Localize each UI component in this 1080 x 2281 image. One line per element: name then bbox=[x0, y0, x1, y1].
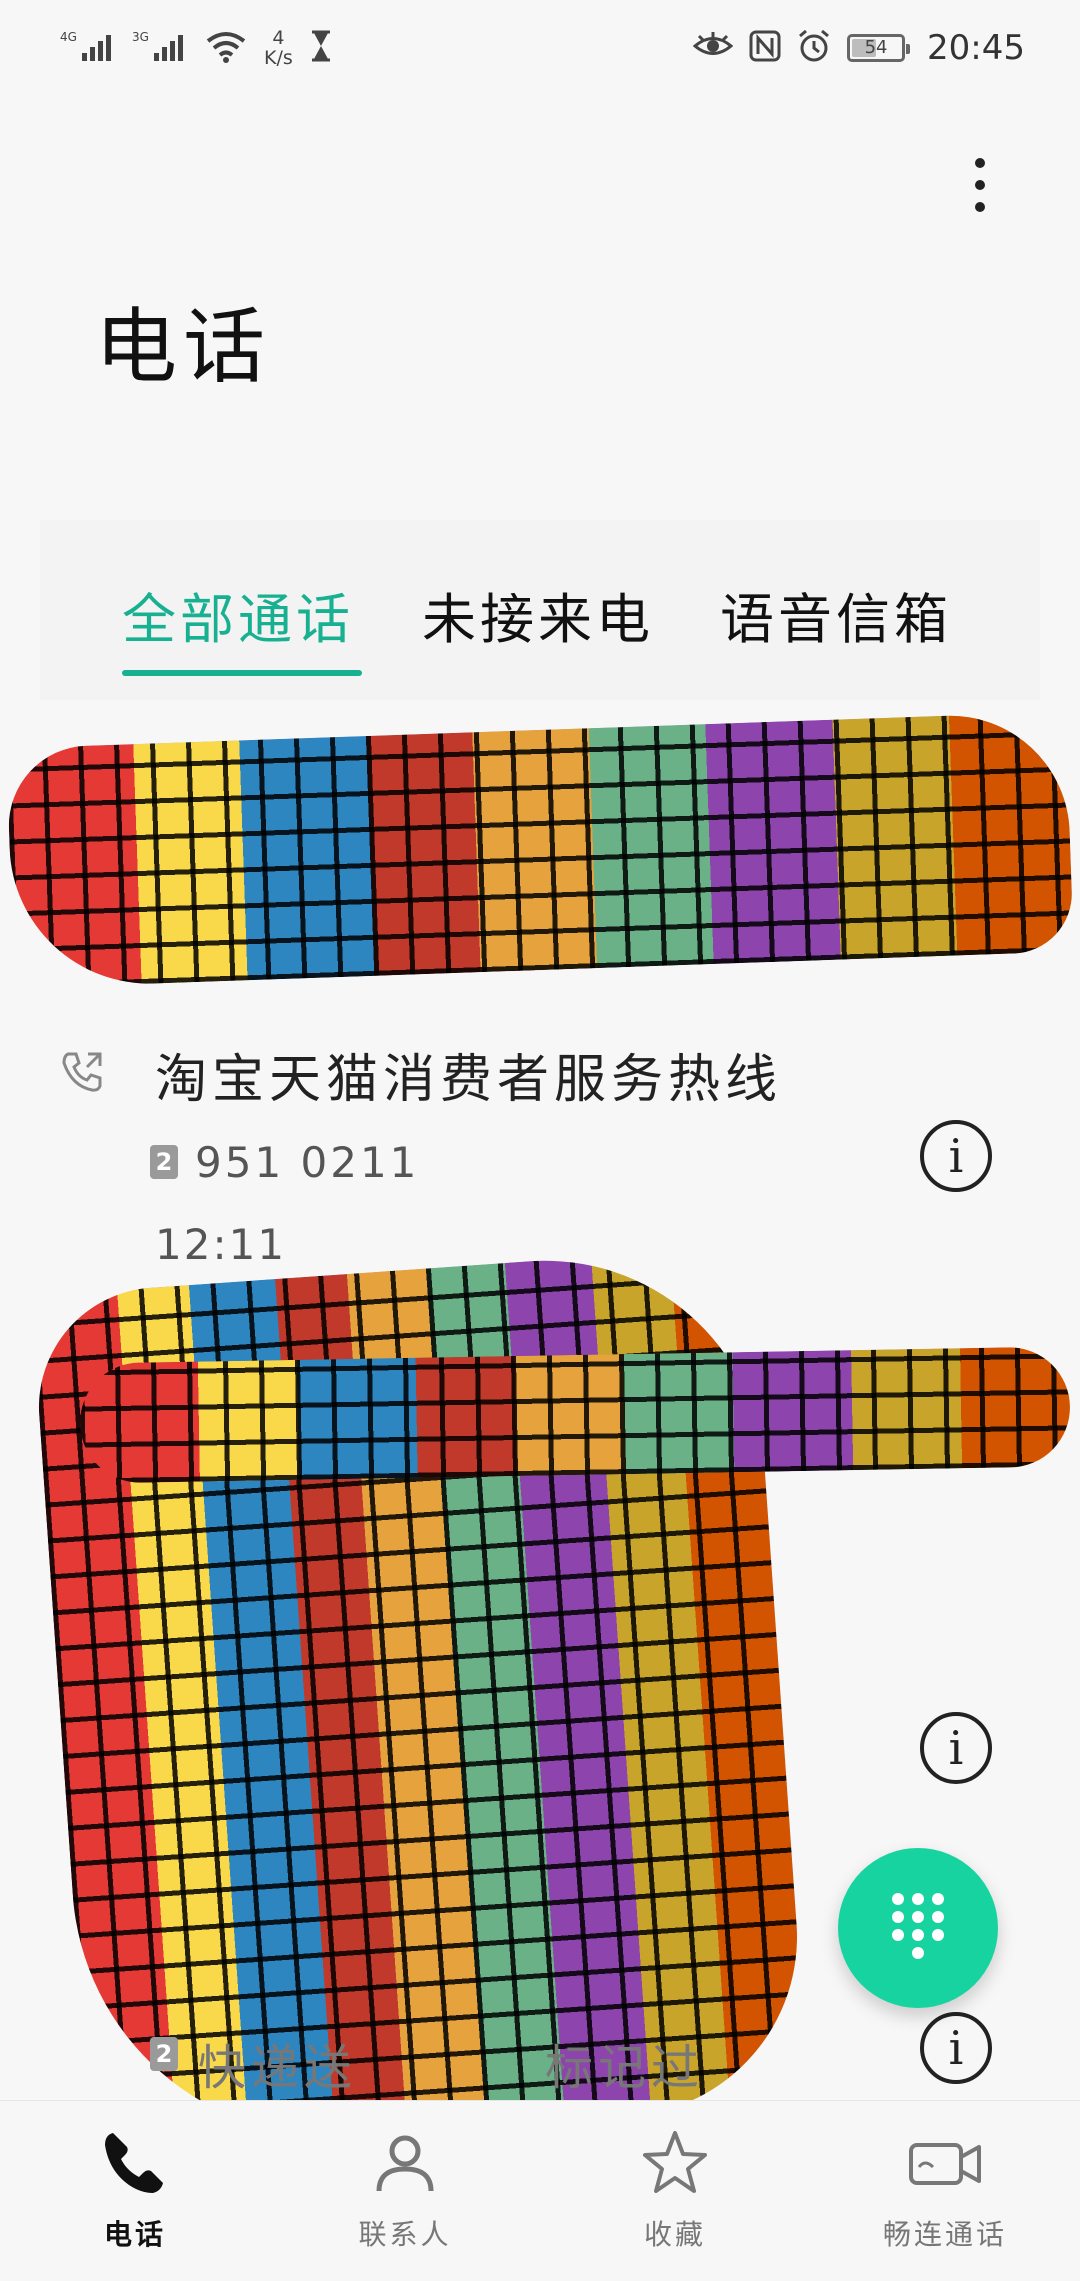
network-speed-unit: K/s bbox=[264, 46, 293, 69]
call-details-button[interactable]: i bbox=[920, 1712, 992, 1784]
nav-label-meetime: 畅连通话 bbox=[882, 2218, 1007, 2251]
nav-item-phone[interactable]: 电话 bbox=[0, 2101, 270, 2281]
bottom-navigation: 电话 联系人 收藏 畅连通话 bbox=[0, 2100, 1080, 2281]
signal-3g-icon: 3G bbox=[132, 29, 188, 67]
info-icon: i bbox=[948, 1721, 964, 1775]
call-details-button[interactable]: i bbox=[920, 2012, 992, 2084]
call-filter-tabs: 全部通话 未接来电 语音信箱 bbox=[40, 520, 1040, 700]
outgoing-call-icon bbox=[60, 1050, 104, 1094]
nav-label-phone: 电话 bbox=[103, 2218, 166, 2251]
call-time: 12:11 bbox=[155, 1220, 287, 1269]
star-icon bbox=[635, 2123, 715, 2203]
call-details-button[interactable]: i bbox=[920, 1120, 992, 1192]
network-speed-value: 4 bbox=[272, 26, 285, 49]
tab-all-calls[interactable]: 全部通话 bbox=[122, 575, 354, 654]
network-speed: 4 K/s bbox=[264, 28, 293, 68]
signal-3g-label: 3G bbox=[132, 30, 149, 44]
battery-icon: 54 bbox=[847, 33, 911, 62]
status-bar: 4G 3G 4 K/s 54 20:45 bbox=[0, 0, 1080, 95]
more-options-button[interactable] bbox=[955, 145, 1005, 225]
more-dot bbox=[975, 180, 985, 190]
redacted-strip bbox=[79, 1346, 1071, 1484]
sim-badge: 2 bbox=[150, 1145, 178, 1179]
caller-name: 淘宝天猫消费者服务热线 bbox=[155, 1050, 783, 1110]
dialpad-button[interactable] bbox=[838, 1848, 998, 2008]
partial-entry-tail: 标记过 bbox=[545, 2040, 705, 2096]
status-bar-left: 4G 3G 4 K/s bbox=[60, 28, 333, 68]
page-title: 电话 bbox=[95, 300, 272, 395]
dialpad-icon bbox=[890, 1891, 946, 1965]
nfc-icon bbox=[749, 30, 781, 66]
signal-4g-label: 4G bbox=[60, 30, 77, 44]
caller-number: 951 0211 bbox=[195, 1138, 420, 1187]
battery-level: 54 bbox=[864, 37, 888, 58]
contacts-icon bbox=[365, 2123, 445, 2203]
sim-badge: 2 bbox=[150, 2037, 178, 2071]
phone-icon bbox=[95, 2123, 175, 2203]
nav-item-meetime[interactable]: 畅连通话 bbox=[810, 2101, 1080, 2281]
partial-entry-label: 快递送 bbox=[198, 2028, 357, 2098]
status-time: 20:45 bbox=[927, 27, 1025, 68]
nav-label-favorites: 收藏 bbox=[643, 2218, 706, 2251]
signal-4g-icon: 4G bbox=[60, 29, 116, 67]
video-call-icon bbox=[905, 2123, 985, 2203]
more-dot bbox=[975, 158, 985, 168]
hourglass-icon bbox=[309, 29, 333, 67]
tab-voicemail[interactable]: 语音信箱 bbox=[720, 575, 952, 654]
info-icon: i bbox=[948, 1129, 964, 1183]
status-bar-right: 54 20:45 bbox=[692, 27, 1025, 68]
alarm-icon bbox=[797, 29, 831, 67]
nav-label-contacts: 联系人 bbox=[358, 2218, 452, 2251]
info-icon: i bbox=[948, 2021, 964, 2075]
tab-missed-calls[interactable]: 未接来电 bbox=[422, 575, 654, 654]
nav-item-contacts[interactable]: 联系人 bbox=[270, 2101, 540, 2281]
nav-item-favorites[interactable]: 收藏 bbox=[540, 2101, 810, 2281]
partial-entry-text: 快递送 bbox=[198, 2040, 358, 2096]
more-dot bbox=[975, 202, 985, 212]
eye-comfort-icon bbox=[692, 31, 734, 65]
redacted-call-entry bbox=[6, 711, 1074, 989]
active-tab-indicator bbox=[122, 670, 362, 676]
wifi-icon bbox=[204, 29, 248, 67]
